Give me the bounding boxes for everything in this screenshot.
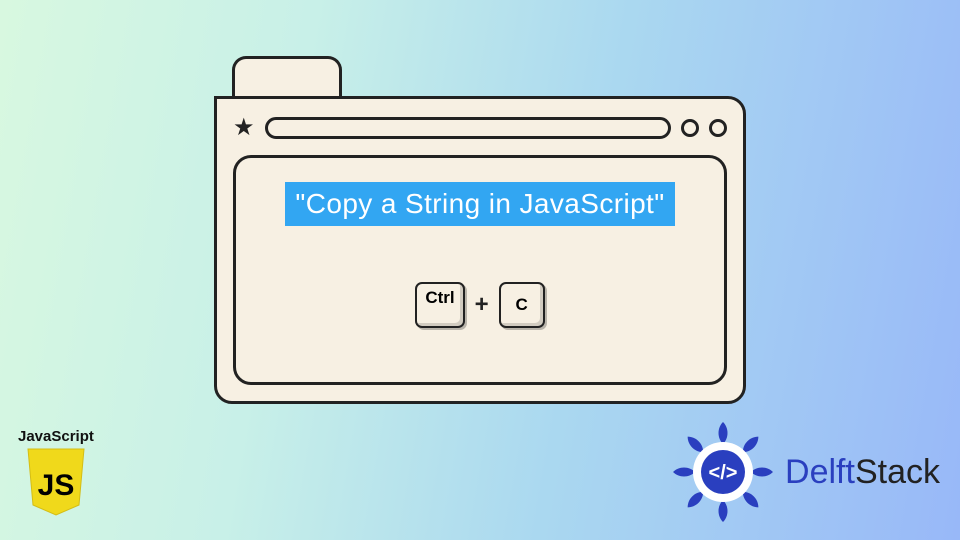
stack-word: Stack	[855, 453, 940, 492]
toolbar: ★	[233, 113, 727, 143]
js-letters: JS	[38, 469, 75, 502]
plus-icon: +	[475, 291, 489, 319]
window-control-2[interactable]	[709, 119, 727, 137]
tab-strip	[214, 56, 746, 96]
javascript-badge: JavaScript JS	[18, 428, 94, 522]
browser-window: ★ "Copy a String in JavaScript" Ctrl + C	[214, 56, 746, 404]
delft-word: Delft	[785, 453, 855, 492]
delftstack-mandala-icon: </>	[669, 418, 777, 526]
window-body: ★ "Copy a String in JavaScript" Ctrl + C	[214, 96, 746, 404]
shortcut-row: Ctrl + C	[415, 282, 544, 328]
selected-text: "Copy a String in JavaScript"	[285, 182, 674, 226]
bookmark-star-icon[interactable]: ★	[233, 116, 255, 140]
address-bar[interactable]	[265, 117, 671, 139]
js-shield-icon: JS	[24, 447, 88, 517]
javascript-label: JavaScript	[18, 428, 94, 445]
key-c: C	[499, 282, 545, 328]
delftstack-wordmark: DelftStack	[785, 453, 940, 492]
svg-text:</>: </>	[709, 462, 738, 484]
delftstack-logo: </> DelftStack	[669, 418, 940, 526]
window-control-1[interactable]	[681, 119, 699, 137]
browser-tab[interactable]	[232, 56, 342, 96]
key-ctrl: Ctrl	[415, 282, 464, 328]
content-area: "Copy a String in JavaScript" Ctrl + C	[233, 155, 727, 385]
